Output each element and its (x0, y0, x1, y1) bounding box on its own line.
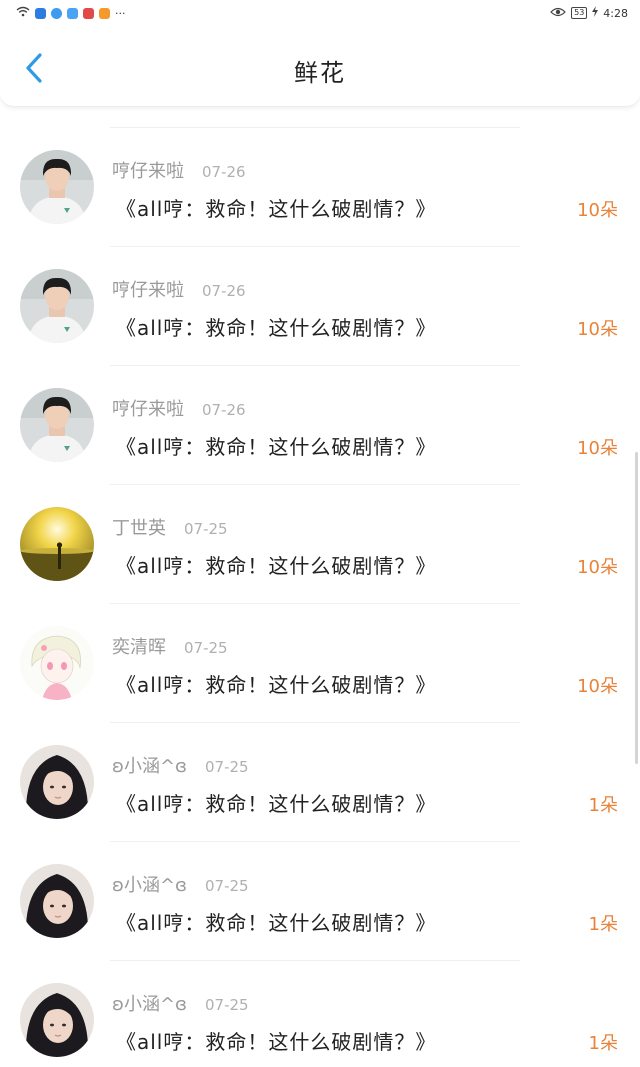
flower-list-screen: ··· 53 4:28 鲜花 哼仔来啦 07-26 《all哼：救命！这什么破剧… (0, 0, 640, 1067)
game-app-icon (35, 7, 46, 19)
work-title[interactable]: 《all哼：救命！这什么破剧情？》 (116, 193, 436, 222)
more-notifications-icon: ··· (115, 6, 126, 20)
avatar[interactable] (20, 745, 94, 819)
flower-count: 10朵 (577, 676, 618, 697)
list-item[interactable]: 哼仔来啦 07-26 《all哼：救命！这什么破剧情？》 10朵 (0, 246, 640, 365)
work-title[interactable]: 《all哼：救命！这什么破剧情？》 (116, 312, 436, 341)
list-item[interactable]: ʚ小涵^ɞ 07-25 《all哼：救命！这什么破剧情？》 1朵 (0, 841, 640, 960)
status-right: 53 4:28 (550, 6, 628, 20)
list-item[interactable]: ʚ小涵^ɞ 07-25 《all哼：救命！这什么破剧情？》 1朵 (0, 722, 640, 841)
list-item[interactable]: 哼仔来啦 07-26 《all哼：救命！这什么破剧情？》 10朵 (0, 365, 640, 484)
scrollbar[interactable] (635, 452, 638, 764)
date: 07-25 (205, 877, 249, 895)
work-title[interactable]: 《all哼：救命！这什么破剧情？》 (116, 669, 436, 698)
username[interactable]: 哼仔来啦 (112, 276, 184, 302)
date: 07-25 (184, 520, 228, 538)
avatar[interactable] (20, 269, 94, 343)
flower-count: 1朵 (588, 914, 618, 935)
user-meta: 哼仔来啦 07-26 (112, 157, 246, 183)
avatar[interactable] (20, 388, 94, 462)
avatar[interactable] (20, 626, 94, 700)
user-meta: ʚ小涵^ɞ 07-25 (112, 752, 249, 778)
date: 07-25 (184, 639, 228, 657)
wifi-icon (16, 6, 30, 20)
eye-icon (550, 7, 566, 20)
clock-time: 4:28 (603, 6, 628, 20)
username[interactable]: ʚ小涵^ɞ (112, 752, 187, 778)
username[interactable]: 奕清晖 (112, 633, 166, 659)
list-item[interactable]: ʚ小涵^ɞ 07-25 《all哼：救命！这什么破剧情？》 1朵 (0, 960, 640, 1067)
flower-count: 1朵 (588, 795, 618, 816)
user-meta: 哼仔来啦 07-26 (112, 395, 246, 421)
cloud-app-icon (67, 7, 78, 19)
user-meta: ʚ小涵^ɞ 07-25 (112, 871, 249, 897)
flower-count: 1朵 (588, 1033, 618, 1054)
username[interactable]: ʚ小涵^ɞ (112, 990, 187, 1016)
avatar[interactable] (20, 983, 94, 1057)
status-bar: ··· 53 4:28 (0, 0, 640, 26)
work-title[interactable]: 《all哼：救命！这什么破剧情？》 (116, 431, 436, 460)
red-app-icon (83, 7, 94, 19)
list-item[interactable]: 奕清晖 07-25 《all哼：救命！这什么破剧情？》 10朵 (0, 603, 640, 722)
music-app-icon (51, 7, 62, 19)
date: 07-26 (202, 282, 246, 300)
charging-icon (592, 6, 599, 20)
date: 07-25 (205, 996, 249, 1014)
play-app-icon (99, 7, 110, 19)
list-item[interactable]: 丁世英 07-25 《all哼：救命！这什么破剧情？》 10朵 (0, 484, 640, 603)
avatar[interactable] (20, 150, 94, 224)
user-meta: 奕清晖 07-25 (112, 633, 228, 659)
work-title[interactable]: 《all哼：救命！这什么破剧情？》 (116, 907, 436, 936)
date: 07-25 (205, 758, 249, 776)
flower-count: 10朵 (577, 557, 618, 578)
user-meta: ʚ小涵^ɞ 07-25 (112, 990, 249, 1016)
username[interactable]: 丁世英 (112, 514, 166, 540)
user-meta: 哼仔来啦 07-26 (112, 276, 246, 302)
work-title[interactable]: 《all哼：救命！这什么破剧情？》 (116, 550, 436, 579)
avatar[interactable] (20, 507, 94, 581)
flower-count: 10朵 (577, 200, 618, 221)
date: 07-26 (202, 401, 246, 419)
list-item[interactable]: 哼仔来啦 07-26 《all哼：救命！这什么破剧情？》 10朵 (0, 127, 640, 246)
date: 07-26 (202, 163, 246, 181)
avatar[interactable] (20, 864, 94, 938)
username[interactable]: 哼仔来啦 (112, 395, 184, 421)
flower-count: 10朵 (577, 438, 618, 459)
work-title[interactable]: 《all哼：救命！这什么破剧情？》 (116, 788, 436, 817)
username[interactable]: 哼仔来啦 (112, 157, 184, 183)
status-left: ··· (16, 6, 126, 20)
work-title[interactable]: 《all哼：救命！这什么破剧情？》 (116, 1026, 436, 1055)
username[interactable]: ʚ小涵^ɞ (112, 871, 187, 897)
top-bar: 鲜花 (0, 26, 640, 107)
page-title: 鲜花 (294, 59, 346, 87)
flower-count: 10朵 (577, 319, 618, 340)
battery-icon: 53 (571, 7, 588, 19)
user-meta: 丁世英 07-25 (112, 514, 228, 540)
